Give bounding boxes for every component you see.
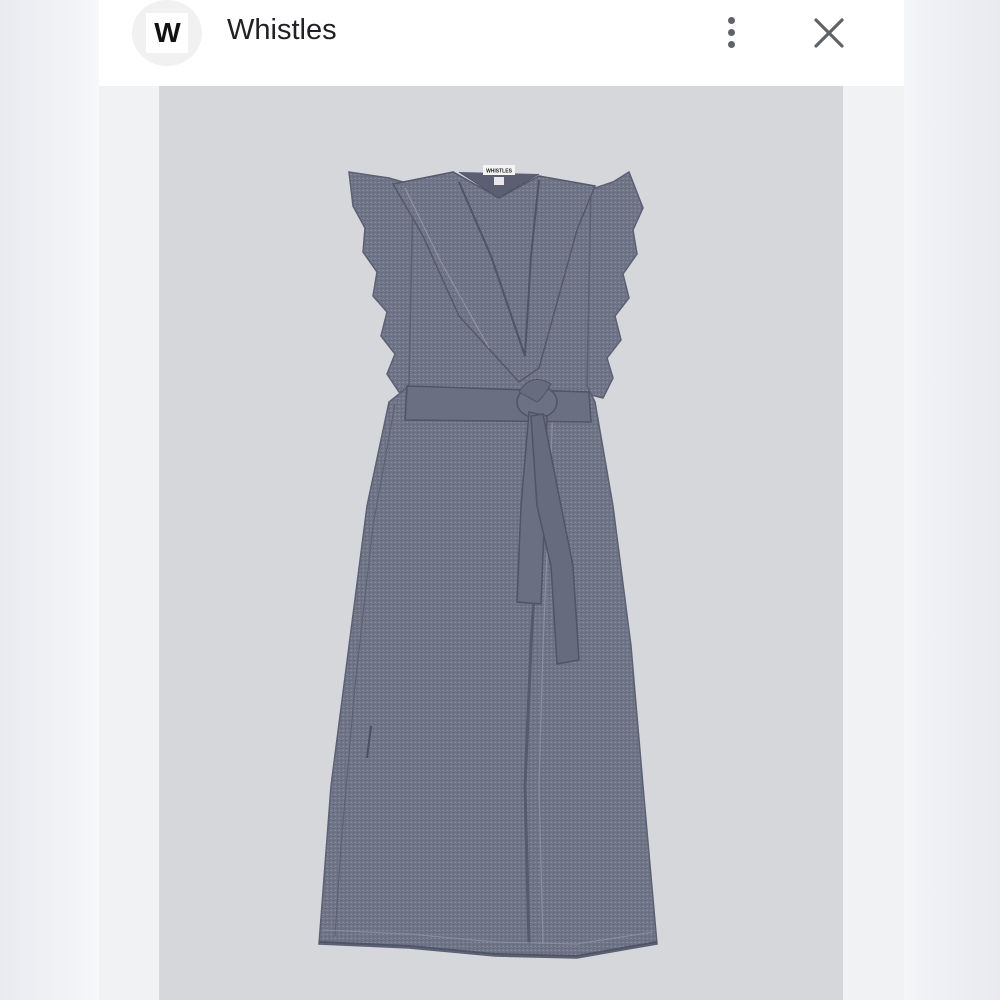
more-vert-icon-dot [727,40,735,48]
page-title: Whistles [227,14,337,46]
brand-logo-letter: W [154,17,180,48]
brand-label-text: WHISTLES [486,169,512,175]
dress-illustration: WHISTLES [318,165,658,959]
more-vert-icon-dot [727,28,735,36]
close-icon [814,18,844,48]
more-vert-icon [727,16,735,24]
brand-logo: W [146,13,188,53]
brand-avatar[interactable]: W [132,0,202,66]
product-photo: WHISTLES [159,86,843,1000]
viewer-header [99,0,904,86]
more-options-button[interactable] [712,10,750,54]
close-button[interactable] [806,12,850,56]
waist-belt [404,385,592,423]
